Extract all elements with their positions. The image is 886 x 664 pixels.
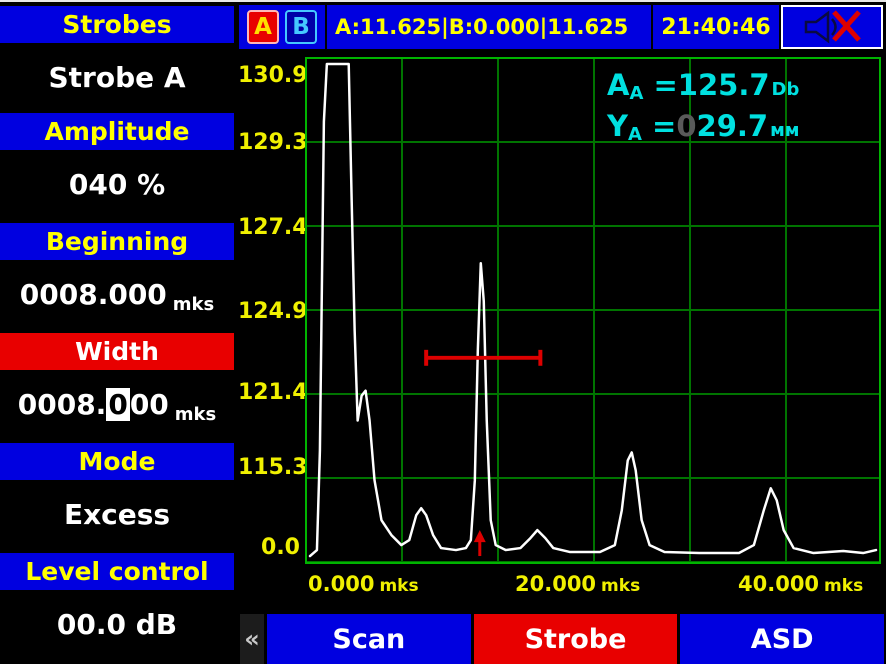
menu-item-level-control[interactable]: Level control [0,553,234,590]
ascan-plot: AA =125.7Db YA =029.7мм [305,57,881,564]
width-edit-cursor[interactable]: 0 [106,388,129,421]
strobe-select-label: Strobe A [48,61,185,94]
speaker-muted-icon [801,9,863,45]
menu-item-amplitude[interactable]: Amplitude [0,113,234,150]
beginning-unit: mks [173,294,214,321]
collapse-menu-button[interactable]: « [240,614,264,664]
x-tick-value: 40.000 [738,572,819,596]
depth-leading-zero: 0 [676,109,696,143]
mode-value[interactable]: Excess [0,487,234,541]
amplitude-label: Amplitude [44,117,189,146]
y-tick-label: 121.4 [238,380,300,406]
y-tick-label: 0.0 [238,535,300,561]
amp-symbol: A [607,68,629,102]
width-value-post: 00 [130,388,169,421]
tab-strobe[interactable]: Strobe [474,614,678,664]
mode-value-text: Excess [64,498,170,531]
measurement-amplitude: AA =125.7Db [607,69,800,110]
sound-mute-toggle[interactable] [781,5,883,49]
tab-asd[interactable]: ASD [680,614,884,664]
beginning-value[interactable]: 0008.000 mks [0,267,234,321]
x-tick-label: 40.000mks [738,572,863,596]
status-bar: A B A:11.625|B:0.000|11.625 21:40:46 [238,4,884,50]
mode-label: Mode [79,447,156,476]
depth-value: 29.7 [697,109,769,143]
bottom-tab-bar: « Scan Strobe ASD [240,614,884,664]
menu-item-beginning[interactable]: Beginning [0,223,234,260]
clock: 21:40:46 [653,5,781,49]
gate-readout: A:11.625|B:0.000|11.625 [327,5,653,49]
width-value-pre: 0008. [18,388,107,421]
menu-item-width-selected[interactable]: Width [0,333,234,370]
amp-unit: Db [772,79,800,100]
level-control-value-text: 00.0 dB [57,608,177,641]
level-control-value[interactable]: 00.0 dB [0,597,234,651]
y-tick-label: 127.4 [238,215,300,241]
y-tick-label: 129.3 [238,130,300,156]
x-tick-value: 0.000 [308,572,374,596]
y-tick-label: 124.9 [238,299,300,325]
measurement-depth: YA =029.7мм [607,110,800,151]
beginning-value-text: 0008.000 [20,278,167,311]
depth-eq: = [642,109,676,143]
depth-symbol-sub: A [628,124,642,145]
y-tick-label: 130.9 [238,63,300,89]
echo-marker-arrow-head [474,530,486,542]
level-control-label: Level control [25,557,208,586]
amp-symbol-sub: A [629,83,643,104]
beginning-label: Beginning [46,227,188,256]
x-tick-unit: mks [379,576,418,596]
channel-a-button[interactable]: A [247,10,279,44]
amp-eq: = [643,68,677,102]
x-tick-label: 0.000mks [308,572,419,596]
menu-title-label: Strobes [62,10,171,39]
menu-title-strobes[interactable]: Strobes [0,6,234,43]
x-tick-value: 20.000 [515,572,596,596]
strobe-select-value[interactable]: Strobe A [0,50,234,104]
x-tick-unit: mks [824,576,863,596]
amplitude-value[interactable]: 040 % [0,157,234,211]
measurement-readout: AA =125.7Db YA =029.7мм [607,69,800,151]
tab-scan[interactable]: Scan [267,614,471,664]
width-value[interactable]: 0008.000 mks [0,377,234,431]
depth-unit: мм [770,120,799,141]
depth-symbol: Y [607,109,628,143]
channel-b-button[interactable]: B [285,10,317,44]
x-tick-unit: mks [601,576,640,596]
menu-item-mode[interactable]: Mode [0,443,234,480]
device-screen: Strobes Strobe A Amplitude 040 % Beginni… [0,0,886,664]
width-unit: mks [175,404,216,431]
width-label: Width [75,337,159,366]
main-panel: A B A:11.625|B:0.000|11.625 21:40:46 130… [238,2,886,664]
x-tick-label: 20.000mks [515,572,640,596]
amplitude-value-text: 040 % [69,168,165,201]
sidebar-menu: Strobes Strobe A Amplitude 040 % Beginni… [0,2,234,664]
channel-buttons: A B [239,5,327,49]
amp-value: 125.7 [678,68,770,102]
y-tick-label: 115.3 [238,455,300,481]
